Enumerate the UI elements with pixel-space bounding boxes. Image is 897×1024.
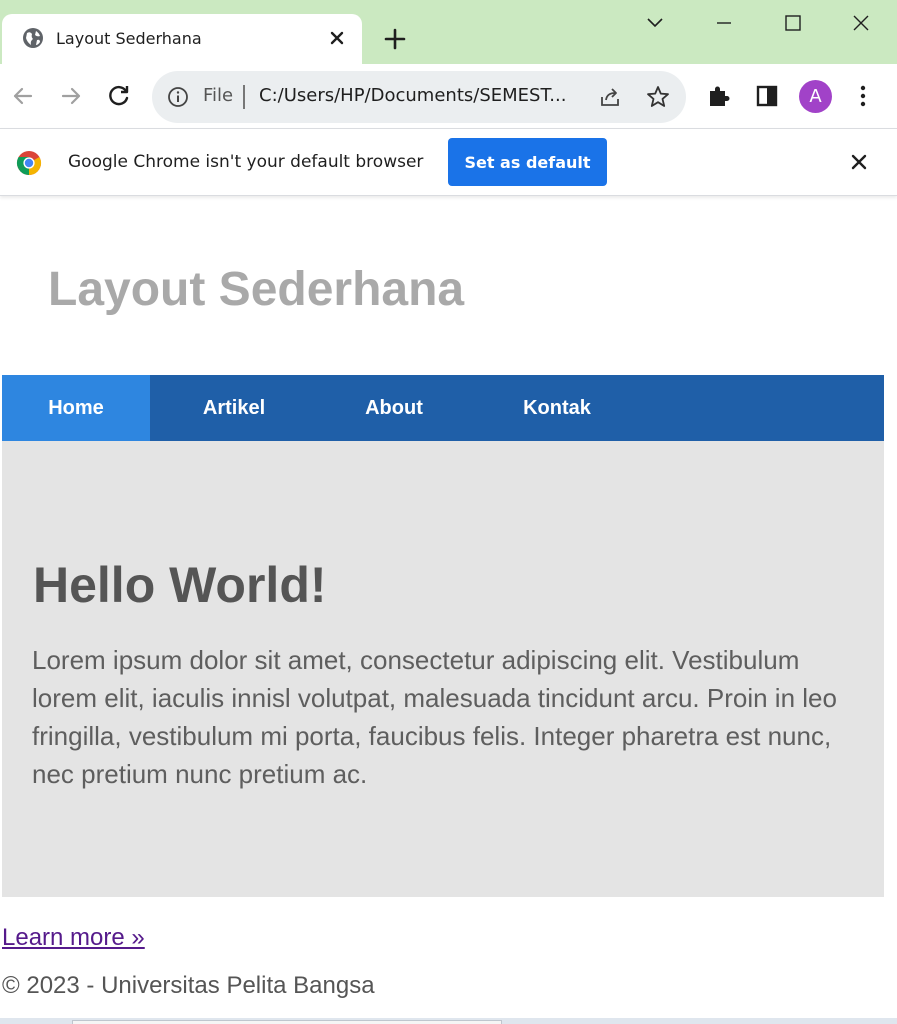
infobar-message: Google Chrome isn't your default browser [68,152,424,172]
arrow-left-icon[interactable] [9,82,37,110]
tab-title: Layout Sederhana [56,29,202,48]
maximize-icon[interactable] [780,10,806,36]
share-icon[interactable] [598,85,622,109]
taskbar-window-edge [72,1020,502,1024]
address-bar[interactable]: File C:/Users/HP/Documents/SEMEST... [152,71,686,123]
puzzle-icon[interactable] [705,82,733,110]
main-nav: Home Artikel About Kontak [2,375,884,441]
nav-item-home[interactable]: Home [2,375,150,441]
arrow-right-icon[interactable] [57,82,85,110]
hero-heading: Hello World! [33,557,327,613]
window-close-icon[interactable] [848,10,874,36]
default-browser-infobar: Google Chrome isn't your default browser… [0,128,897,196]
set-default-button[interactable]: Set as default [448,138,607,186]
close-icon[interactable] [849,152,869,172]
learn-more-link[interactable]: Learn more » [2,924,145,952]
browser-toolbar: File C:/Users/HP/Documents/SEMEST... A [0,64,897,128]
nav-item-kontak[interactable]: Kontak [470,375,644,441]
taskbar-edge [0,1018,897,1024]
chevron-down-icon[interactable] [642,10,668,36]
globe-icon [23,28,43,48]
footer-text: © 2023 - Universitas Pelita Bangsa [2,972,375,999]
kebab-menu-icon[interactable] [849,82,877,110]
browser-tab[interactable]: Layout Sederhana [2,14,362,64]
tab-strip: Layout Sederhana [0,0,897,64]
star-icon[interactable] [645,84,671,110]
side-panel-icon[interactable] [753,82,781,110]
address-scheme: File [203,85,234,106]
close-icon[interactable] [327,28,347,48]
chrome-logo-icon [16,151,42,175]
plus-icon[interactable] [382,26,408,52]
nav-item-about[interactable]: About [318,375,470,441]
address-url[interactable]: C:/Users/HP/Documents/SEMEST... [259,85,566,106]
site-title: Layout Sederhana [48,263,465,316]
reload-icon[interactable] [105,82,133,110]
hero-section: Hello World! Lorem ipsum dolor sit amet,… [2,441,884,897]
address-divider [243,85,245,109]
nav-item-artikel[interactable]: Artikel [150,375,318,441]
info-icon[interactable] [166,85,190,109]
profile-avatar[interactable]: A [799,80,832,113]
hero-text: Lorem ipsum dolor sit amet, consectetur … [32,645,837,789]
minimize-icon[interactable] [711,10,737,36]
